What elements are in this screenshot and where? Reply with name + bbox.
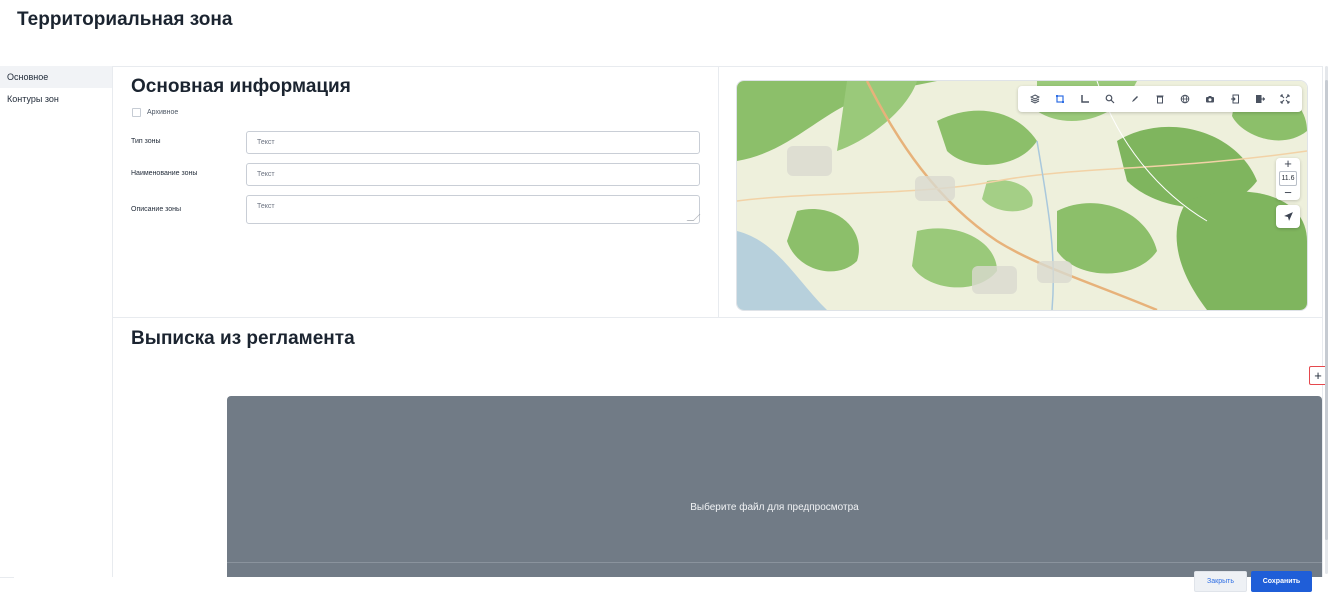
map-toolbar [1018, 86, 1302, 112]
zone-type-input[interactable]: Текст [246, 131, 700, 154]
map-canvas[interactable] [737, 81, 1307, 310]
sidebar-item-zone-contours[interactable]: Контуры зон [0, 88, 112, 110]
zone-name-label: Наименование зоны [131, 170, 198, 177]
resize-handle-icon[interactable] [686, 214, 701, 221]
camera-icon[interactable] [1201, 90, 1219, 108]
sidebar: Основное Контуры зон [0, 66, 112, 110]
page-title: Территориальная зона [17, 9, 233, 30]
zone-type-label: Тип зоны [131, 138, 161, 145]
panel-divider [718, 66, 719, 317]
sidebar-item-main[interactable]: Основное [0, 66, 112, 88]
main-info-title: Основная информация [131, 76, 351, 97]
search-icon[interactable] [1101, 90, 1119, 108]
fullscreen-icon[interactable] [1276, 90, 1294, 108]
zone-name-input[interactable]: Текст [246, 163, 700, 186]
footer-divider [0, 577, 14, 578]
ruler-icon[interactable] [1076, 90, 1094, 108]
pencil-icon[interactable] [1126, 90, 1144, 108]
archived-label: Архивное [147, 109, 179, 116]
zoom-control: + 11.6 − [1276, 157, 1300, 200]
section-divider [112, 317, 1323, 318]
archived-checkbox-row[interactable]: Архивное [132, 108, 178, 117]
export-icon[interactable] [1251, 90, 1269, 108]
file-preview: Выберите файл для предпросмотра [227, 396, 1322, 577]
regulation-title: Выписка из регламента [131, 328, 355, 349]
zoom-in-button[interactable]: + [1276, 157, 1300, 170]
trash-icon[interactable] [1151, 90, 1169, 108]
scrollbar-thumb[interactable] [1325, 80, 1328, 540]
select-rect-icon[interactable] [1051, 90, 1069, 108]
map-view[interactable] [736, 80, 1308, 311]
close-button[interactable]: Закрыть [1194, 571, 1247, 592]
navigation-arrow-icon [1283, 212, 1293, 221]
zone-description-placeholder: Текст [257, 203, 275, 210]
preview-placeholder-text: Выберите файл для предпросмотра [690, 502, 859, 513]
zoom-out-button[interactable]: − [1276, 186, 1300, 199]
globe-icon[interactable] [1176, 90, 1194, 108]
save-button[interactable]: Сохранить [1251, 571, 1312, 592]
zoom-level: 11.6 [1279, 171, 1297, 186]
archived-checkbox[interactable] [132, 108, 141, 117]
locate-button[interactable] [1276, 205, 1300, 228]
zone-description-label: Описание зоны [131, 206, 182, 213]
zone-description-textarea[interactable]: Текст [246, 195, 701, 224]
layers-icon[interactable] [1026, 90, 1044, 108]
preview-divider [227, 562, 1322, 563]
import-icon[interactable] [1226, 90, 1244, 108]
